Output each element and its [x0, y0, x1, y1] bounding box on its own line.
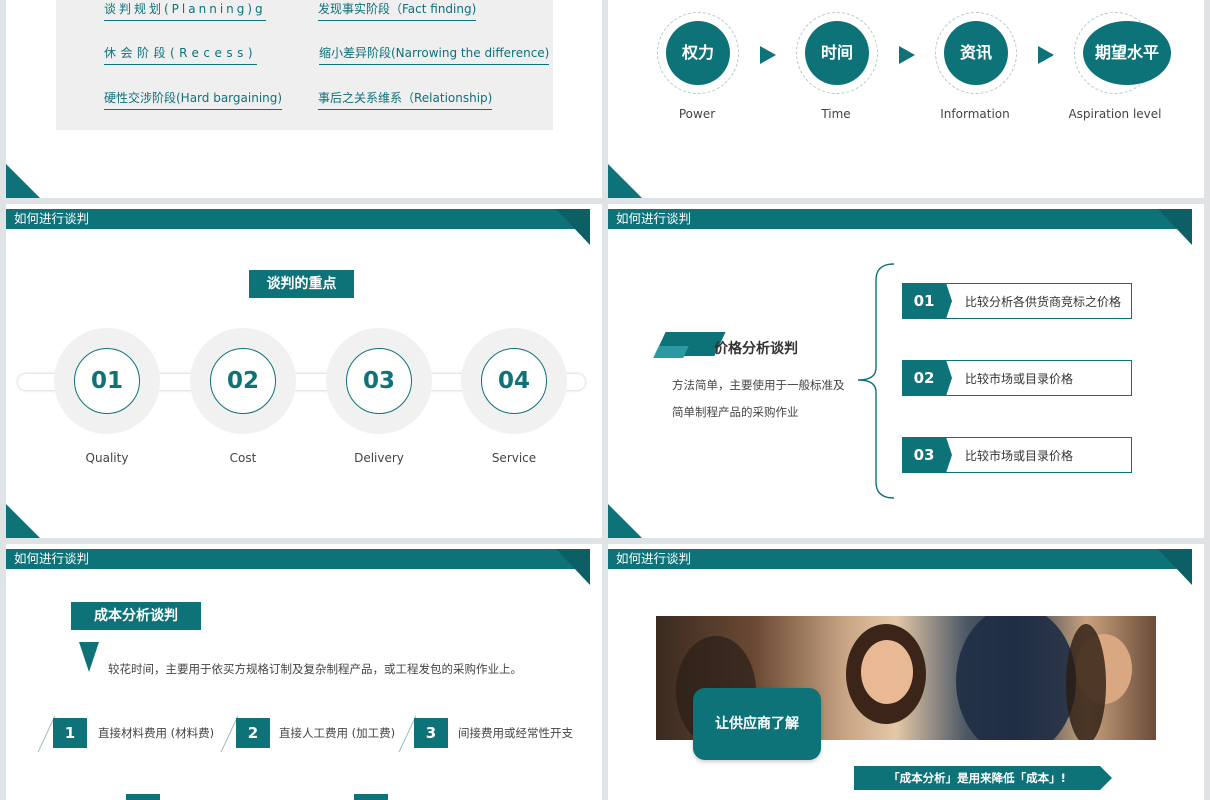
phase-item: 硬性交涉阶段(Hard bargaining)	[104, 89, 283, 110]
slide-cost-analysis: 如何进行谈判 成本分析谈判 较花时间，主要用于依买方规格订制及复杂制程产品，或工…	[6, 544, 602, 800]
section-title: 如何进行谈判	[14, 551, 90, 566]
point-circle: 03	[326, 328, 432, 434]
factor-en: Aspiration level	[1068, 107, 1162, 121]
cost-item-number-partial	[354, 794, 388, 800]
cost-item-text: 直接材料费用 (材料费)	[98, 726, 215, 740]
corner-decoration	[608, 504, 642, 538]
brace-icon	[857, 263, 895, 499]
desc-line: 简单制程产品的采购作业	[672, 405, 799, 419]
slide-negotiation-factors: 权力 时间 资讯 期望水平 Power Time Information Asp…	[608, 0, 1204, 198]
phase-item: 缩小差异阶段(Narrowing the difference)	[319, 44, 550, 65]
factor-cn: 资讯	[944, 21, 1008, 85]
section-title: 如何进行谈判	[616, 551, 692, 566]
price-item-number: 03	[902, 437, 952, 473]
cost-analysis-desc: 较花时间，主要用于依买方规格订制及复杂制程产品，或工程发包的采购作业上。	[108, 662, 522, 676]
slide-negotiation-phases: 谈判规划(Planning)g 发现事实阶段（Fact finding) 休会阶…	[6, 0, 602, 198]
cost-item-number: 3	[414, 718, 448, 748]
point-number: 04	[481, 348, 547, 414]
point-circle: 04	[461, 328, 567, 434]
factor-cn: 权力	[666, 21, 730, 85]
supplier-badge: 让供应商了解	[693, 688, 821, 760]
phase-item: 事后之关系维系（Relationship)	[318, 89, 493, 110]
point-label: Service	[491, 451, 537, 465]
arrow-right-icon	[760, 46, 776, 64]
point-circle: 02	[190, 328, 296, 434]
slide-price-analysis: 如何进行谈判 价格分析谈判 方法简单，主要使用于一般标准及 简单制程产品的采购作…	[608, 204, 1204, 538]
cost-item-text: 间接费用或经常性开支	[458, 726, 573, 740]
point-circle: 01	[54, 328, 160, 434]
factor-circle: 期望水平	[1074, 12, 1171, 94]
price-item: 02 比较市场或目录价格	[902, 360, 1132, 396]
slide-negotiation-key-points: 如何进行谈判 谈判的重点 01 02 03 04 Quality Cost De…	[6, 204, 602, 538]
arrow-right-icon	[1038, 46, 1054, 64]
section-header: 如何进行谈判	[608, 549, 1192, 585]
arrow-right-icon	[899, 46, 915, 64]
cost-item-text: 直接人工费用 (加工费)	[279, 726, 396, 740]
factor-circle: 时间	[796, 12, 878, 94]
price-item: 01 比较分析各供货商竞标之价格	[902, 283, 1132, 319]
header-cap	[556, 209, 590, 245]
price-item-text: 比较市场或目录价格	[965, 449, 1074, 463]
price-item-text: 比较分析各供货商竞标之价格	[965, 295, 1122, 309]
cost-item-number-partial	[126, 794, 160, 800]
section-header: 如何进行谈判	[608, 209, 1192, 245]
key-points-title: 谈判的重点	[249, 270, 354, 298]
factor-en: Power	[678, 107, 716, 121]
corner-decoration	[608, 164, 642, 198]
point-label: Delivery	[354, 451, 404, 465]
price-item-text: 比较市场或目录价格	[965, 372, 1074, 386]
point-number: 01	[74, 348, 140, 414]
section-title: 如何进行谈判	[616, 211, 692, 226]
section-header: 如何进行谈判	[6, 209, 590, 245]
factor-circle: 资讯	[935, 12, 1017, 94]
point-number: 03	[346, 348, 412, 414]
price-item: 03 比较市场或目录价格	[902, 437, 1132, 473]
point-label: Cost	[229, 451, 257, 465]
cost-analysis-title: 成本分析谈判	[71, 602, 201, 630]
price-item-number: 01	[902, 283, 952, 319]
section-header: 如何进行谈判	[6, 549, 590, 585]
header-cap	[1158, 209, 1192, 245]
phase-item: 发现事实阶段（Fact finding)	[318, 0, 477, 21]
price-analysis-desc: 方法简单，主要使用于一般标准及 简单制程产品的采购作业	[672, 372, 862, 426]
factor-en: Information	[940, 107, 1010, 121]
triangle-down-icon	[79, 642, 99, 672]
header-cap	[556, 549, 590, 585]
phase-item: 谈判规划(Planning)g	[104, 0, 266, 21]
cost-item-number: 2	[236, 718, 270, 748]
cost-analysis-banner: 「成本分析」是用来降低「成本」!	[854, 766, 1112, 790]
slide-supplier-understanding: 如何进行谈判 让供应商了解 「成本分析」是用来降低「成本」!	[608, 544, 1204, 800]
cost-item-number: 1	[53, 718, 87, 748]
price-analysis-title: 价格分析谈判	[714, 341, 798, 357]
factor-cn: 期望水平	[1083, 21, 1171, 85]
price-item-number: 02	[902, 360, 952, 396]
phase-item: 休会阶段(Recess)	[104, 44, 258, 65]
factor-en: Time	[821, 107, 851, 121]
section-title: 如何进行谈判	[14, 211, 90, 226]
desc-line: 方法简单，主要使用于一般标准及	[672, 378, 845, 392]
corner-decoration	[6, 504, 40, 538]
corner-decoration	[6, 164, 40, 198]
factor-circle: 权力	[657, 12, 739, 94]
header-cap	[1158, 549, 1192, 585]
point-number: 02	[210, 348, 276, 414]
factor-cn: 时间	[805, 21, 869, 85]
parallelogram-icon	[653, 346, 689, 358]
point-label: Quality	[85, 451, 129, 465]
